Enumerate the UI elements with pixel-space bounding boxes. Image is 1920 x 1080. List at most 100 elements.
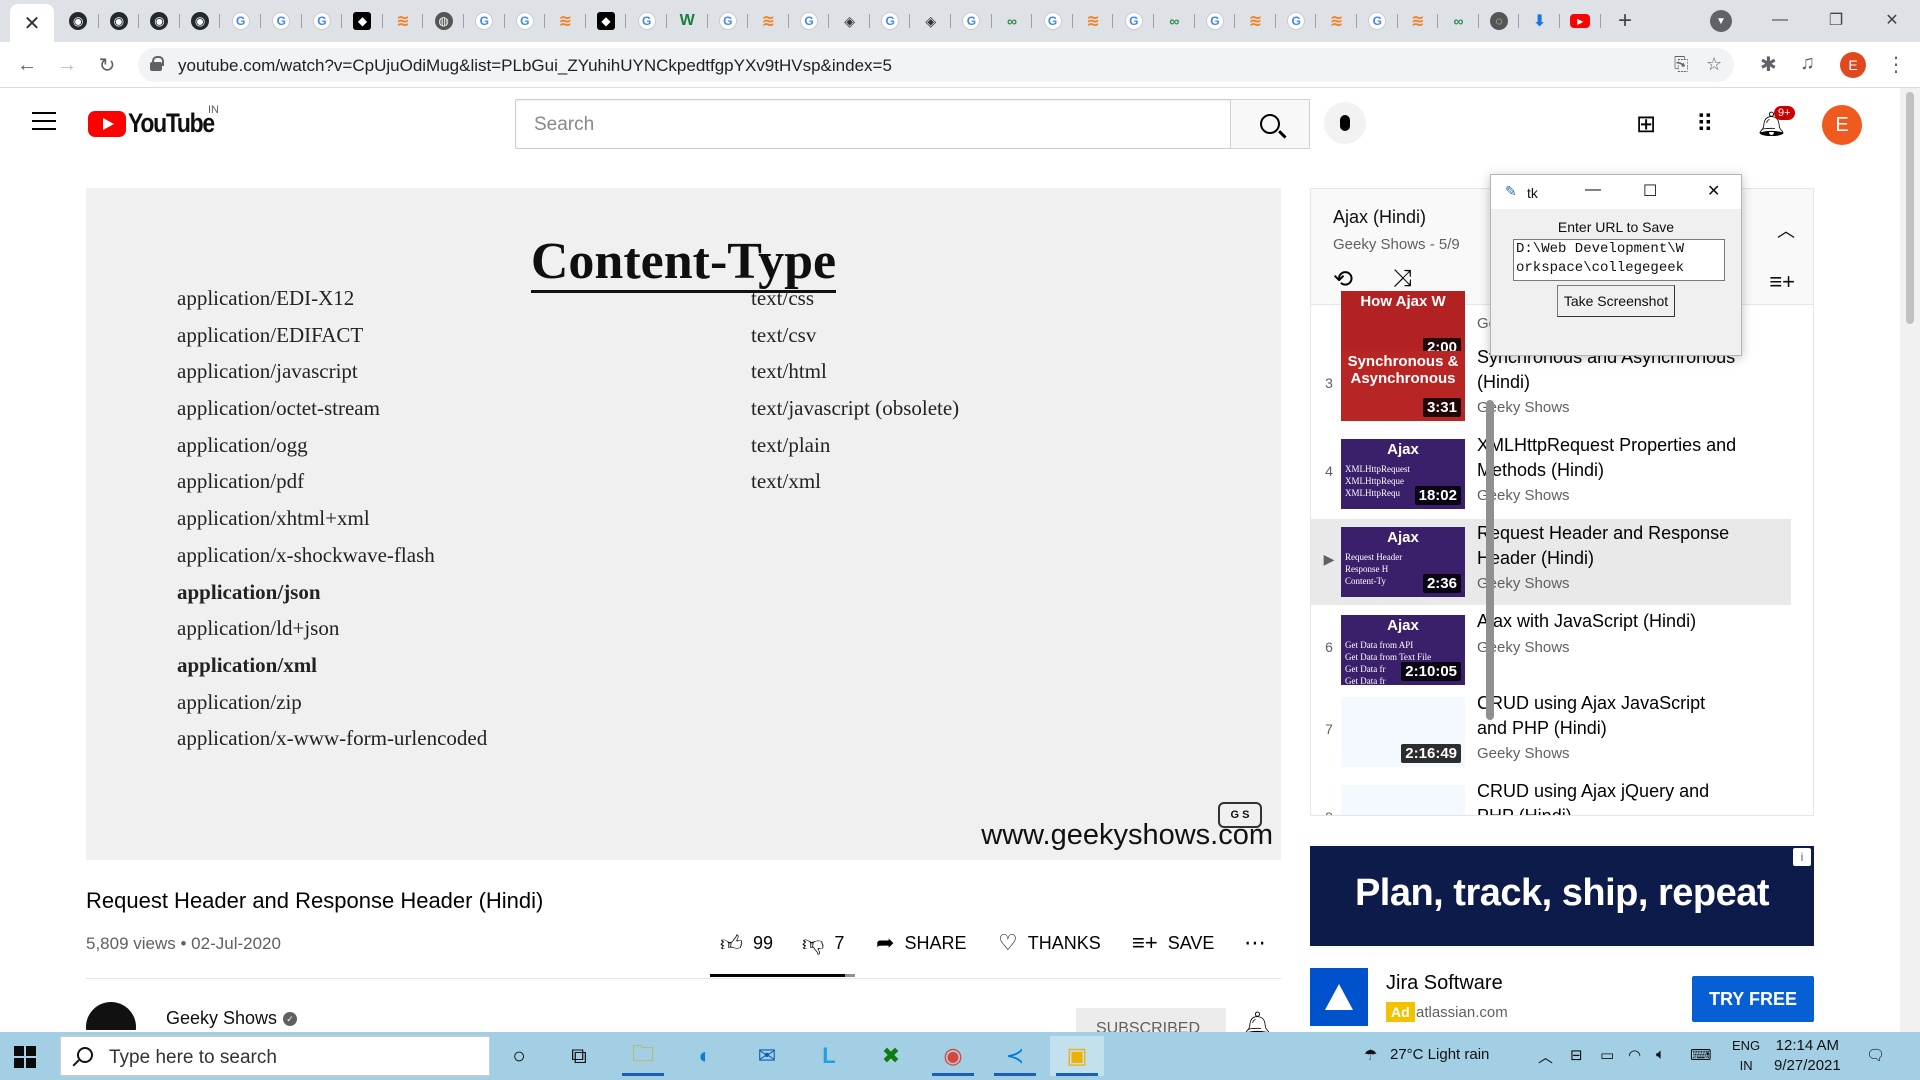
chrome-icon[interactable]: ◉ (926, 1036, 980, 1076)
playlist-video-title[interactable]: CRUD using Ajax jQuery and PHP (Hindi) (1477, 779, 1737, 815)
back-button[interactable]: ← (12, 50, 42, 80)
video-thumbnail[interactable]: Ajax Request Header Response H Content-Ty… (1341, 527, 1465, 597)
account-avatar[interactable]: E (1822, 105, 1862, 145)
browser-tab[interactable]: G (1113, 6, 1154, 36)
browser-tab[interactable]: ◆ (586, 6, 627, 36)
bookmark-star-icon[interactable]: ☆ (1706, 54, 1722, 75)
channel-avatar[interactable] (86, 1002, 136, 1030)
l-app-icon[interactable]: L (802, 1036, 856, 1076)
browser-tab[interactable]: ≋ (545, 6, 586, 36)
try-free-button[interactable]: TRY FREE (1692, 976, 1814, 1022)
browser-tab[interactable]: ◉ (58, 6, 99, 36)
cortana-icon[interactable]: ○ (492, 1036, 546, 1076)
browser-tab[interactable]: ∞ (1154, 6, 1195, 36)
search-button[interactable] (1230, 99, 1310, 149)
extensions-icon[interactable]: ✱ (1760, 52, 1777, 77)
forward-button[interactable]: → (52, 50, 82, 80)
playlist-video-title[interactable]: Request Header and Response Header (Hind… (1477, 521, 1737, 571)
playlist-scrollbar-thumb[interactable] (1486, 400, 1494, 720)
browser-profile-avatar[interactable]: E (1840, 52, 1866, 78)
playlist-item[interactable]: 6 Ajax Get Data from API Get Data from Tex… (1311, 607, 1791, 693)
minimize-button[interactable]: — (1752, 0, 1808, 40)
keyboard-icon[interactable]: ⌨ (1690, 1046, 1712, 1064)
collapse-chevron-icon[interactable]: ︿ (1777, 217, 1795, 243)
browser-tab[interactable]: ◈ (829, 6, 870, 36)
notification-center-icon[interactable]: 🗨︎ (1866, 1046, 1885, 1064)
language-indicator[interactable]: ENG IN (1732, 1036, 1760, 1076)
browser-tab[interactable]: ◉ (139, 6, 180, 36)
take-screenshot-button[interactable]: Take Screenshot (1557, 285, 1675, 317)
browser-tab[interactable]: ∞ (992, 6, 1033, 36)
share-button[interactable]: ➦ SHARE (876, 930, 966, 956)
tk-close-button[interactable]: ✕ (1707, 181, 1720, 201)
playlist-item[interactable]: ▶ Ajax Request Header Response H Content-T… (1311, 519, 1791, 605)
video-thumbnail[interactable]: Ajax Get Data from API Get Data from Text… (1341, 615, 1465, 685)
create-video-icon[interactable]: ⊞ (1636, 110, 1656, 139)
search-input[interactable]: Search (515, 99, 1231, 149)
url-entry[interactable]: D:\Web Development\W orkspace\collegegee… (1513, 239, 1725, 281)
video-thumbnail[interactable]: Synchronous & Asynchronous 3:31 (1341, 351, 1465, 421)
video-thumbnail[interactable]: Ajax XMLHttpRequest XMLHttpReque XMLHttpR… (1341, 439, 1465, 509)
apps-grid-icon[interactable]: ⠿ (1696, 110, 1714, 139)
browser-tab[interactable]: G (1195, 6, 1236, 36)
browser-tab[interactable]: ≋ (748, 6, 789, 36)
playlist-item[interactable]: 4 Ajax XMLHttpRequest XMLHttpReque XMLHttp… (1311, 431, 1791, 517)
video-thumbnail[interactable]: 2:16:49 (1341, 697, 1465, 767)
ad-info-icon[interactable]: i (1793, 848, 1811, 866)
browser-tab[interactable]: G (1032, 6, 1073, 36)
install-icon[interactable]: ⎘ (1674, 54, 1688, 75)
network-icon[interactable]: ⊟ (1570, 1046, 1583, 1064)
system-clock[interactable]: 12:14 AM 9/27/2021 (1774, 1036, 1841, 1076)
browser-tab[interactable]: ≋ (383, 6, 424, 36)
browser-tab[interactable]: ◉ (99, 6, 140, 36)
browser-tab[interactable]: ∞ (1438, 6, 1479, 36)
playlist-item[interactable]: 7 2:16:49 CRUD using Ajax JavaScript and P… (1311, 689, 1791, 775)
browser-tab[interactable]: ≋ (1316, 6, 1357, 36)
like-button[interactable]: 👍︎ 99 (720, 930, 773, 957)
maximize-button[interactable]: ❐ (1808, 0, 1864, 40)
browser-tab[interactable]: G (626, 6, 667, 36)
browser-tab[interactable]: G (261, 6, 302, 36)
mail-icon[interactable]: ✉ (740, 1036, 794, 1076)
video-thumbnail[interactable] (1341, 785, 1465, 815)
menu-icon[interactable]: ⋮ (1886, 52, 1906, 77)
browser-tab[interactable]: ≋ (1398, 6, 1439, 36)
more-actions-button[interactable]: ⋯ (1244, 930, 1276, 956)
media-control-icon[interactable]: ♫ (1800, 52, 1815, 75)
reload-button[interactable]: ↻ (92, 50, 122, 80)
playlist-video-title[interactable]: XMLHttpRequest Properties and Methods (H… (1477, 433, 1737, 483)
browser-tab[interactable]: ◌ (1479, 6, 1520, 36)
playlist-video-title[interactable]: CRUD using Ajax JavaScript and PHP (Hind… (1477, 691, 1737, 741)
taskbar-search-box[interactable]: Type here to search (60, 1036, 490, 1076)
hamburger-menu-icon[interactable] (32, 112, 56, 130)
browser-tab[interactable]: G (789, 6, 830, 36)
playlist-video-title[interactable]: Ajax with JavaScript (Hindi) (1477, 609, 1737, 634)
tk-maximize-button[interactable]: ☐ (1643, 181, 1657, 201)
battery-icon[interactable]: ▭ (1600, 1046, 1614, 1064)
page-scrollbar-thumb[interactable] (1906, 92, 1914, 324)
subscribed-button[interactable]: SUBSCRIBED (1076, 1008, 1226, 1032)
browser-tab[interactable]: G (870, 6, 911, 36)
browser-tab[interactable]: ▶ (1560, 6, 1601, 36)
file-explorer-icon[interactable]: 🗀 (616, 1036, 670, 1076)
browser-tab[interactable]: ◍ (423, 6, 464, 36)
tk-titlebar[interactable]: ✎ tk — ☐ ✕ (1491, 175, 1741, 209)
new-tab-button[interactable]: + (1610, 6, 1640, 36)
xbox-icon[interactable]: ✖ (864, 1036, 918, 1076)
task-view-icon[interactable]: ⧉ (552, 1036, 606, 1076)
browser-tab[interactable]: G (220, 6, 261, 36)
edge-icon[interactable]: ◐ (678, 1036, 732, 1076)
advertiser-name[interactable]: Jira Software (1386, 972, 1503, 995)
browser-tab[interactable]: ◈ (910, 6, 951, 36)
browser-tab[interactable]: ⬇ (1519, 6, 1560, 36)
browser-tab[interactable]: G (1276, 6, 1317, 36)
browser-tab[interactable]: G (505, 6, 546, 36)
jira-logo[interactable] (1310, 968, 1368, 1026)
close-window-button[interactable]: ✕ (1864, 0, 1920, 40)
active-tab-close-button[interactable]: ✕ (10, 4, 54, 42)
browser-tab[interactable]: G (1357, 6, 1398, 36)
address-bar[interactable]: youtube.com/watch?v=CpUjuOdiMug&list=PLb… (138, 48, 1734, 82)
browser-tab[interactable]: G (302, 6, 343, 36)
save-button[interactable]: ≡+ SAVE (1132, 930, 1214, 956)
windows-start-icon[interactable] (14, 1046, 36, 1068)
